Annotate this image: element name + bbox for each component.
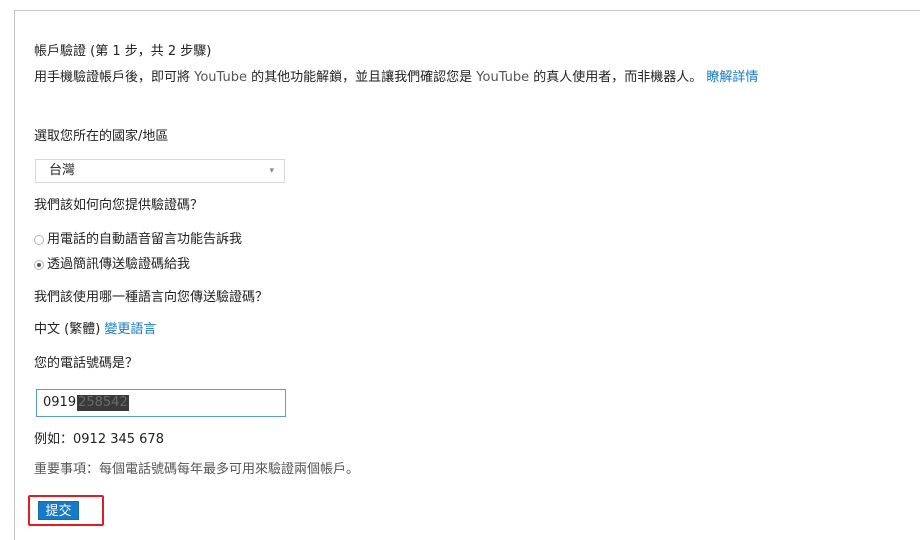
- phone-value-redacted: 258542: [77, 395, 129, 411]
- method-label: 我們該如何向您提供驗證碼？: [34, 198, 204, 213]
- verification-panel: [14, 10, 920, 540]
- submit-highlight: 提交: [28, 495, 104, 526]
- phone-example: 例如：0912 345 678: [34, 432, 164, 447]
- phone-value: 0919: [43, 395, 77, 410]
- description-mid: 的其他功能解鎖，並且讓我們確認您是: [247, 70, 477, 85]
- method-option-sms[interactable]: 透過簡訊傳送驗證碼給我: [34, 257, 190, 273]
- language-row: 中文 (繁體) 變更語言: [34, 322, 156, 338]
- chevron-down-icon: ▾: [269, 166, 274, 176]
- submit-button[interactable]: 提交: [38, 501, 79, 520]
- country-label: 選取您所在的國家/地區: [34, 129, 169, 144]
- youtube-name: YouTube: [194, 70, 248, 85]
- page-title: 帳戶驗證 (第 1 步，共 2 步驟): [34, 44, 212, 59]
- method-option-label: 透過簡訊傳送驗證碼給我: [47, 257, 191, 272]
- language-label: 我們該使用哪一種語言向您傳送驗證碼？: [34, 290, 269, 305]
- change-language-link[interactable]: 變更語言: [104, 322, 156, 337]
- important-note: 重要事項：每個電話號碼每年最多可用來驗證兩個帳戶。: [34, 462, 360, 477]
- radio-button-checked[interactable]: [34, 260, 44, 270]
- learn-more-link[interactable]: 瞭解詳情: [706, 70, 758, 85]
- phone-label: 您的電話號碼是？: [34, 356, 139, 371]
- youtube-name: YouTube: [476, 70, 530, 85]
- phone-input[interactable]: 0919 258542: [36, 389, 286, 417]
- current-language: 中文 (繁體): [34, 322, 101, 337]
- description: 用手機驗證帳戶後，即可將 YouTube 的其他功能解鎖，並且讓我們確認您是 Y…: [34, 70, 914, 85]
- method-option-label: 用電話的自動語音留言功能告訴我: [47, 232, 243, 247]
- country-select[interactable]: 台灣 ▾: [35, 159, 285, 183]
- radio-button[interactable]: [34, 235, 44, 245]
- country-selected-value: 台灣: [49, 163, 76, 178]
- description-post: 的真人使用者，而非機器人。: [529, 70, 707, 85]
- description-pre: 用手機驗證帳戶後，即可將: [34, 70, 195, 85]
- method-option-voice[interactable]: 用電話的自動語音留言功能告訴我: [34, 232, 242, 248]
